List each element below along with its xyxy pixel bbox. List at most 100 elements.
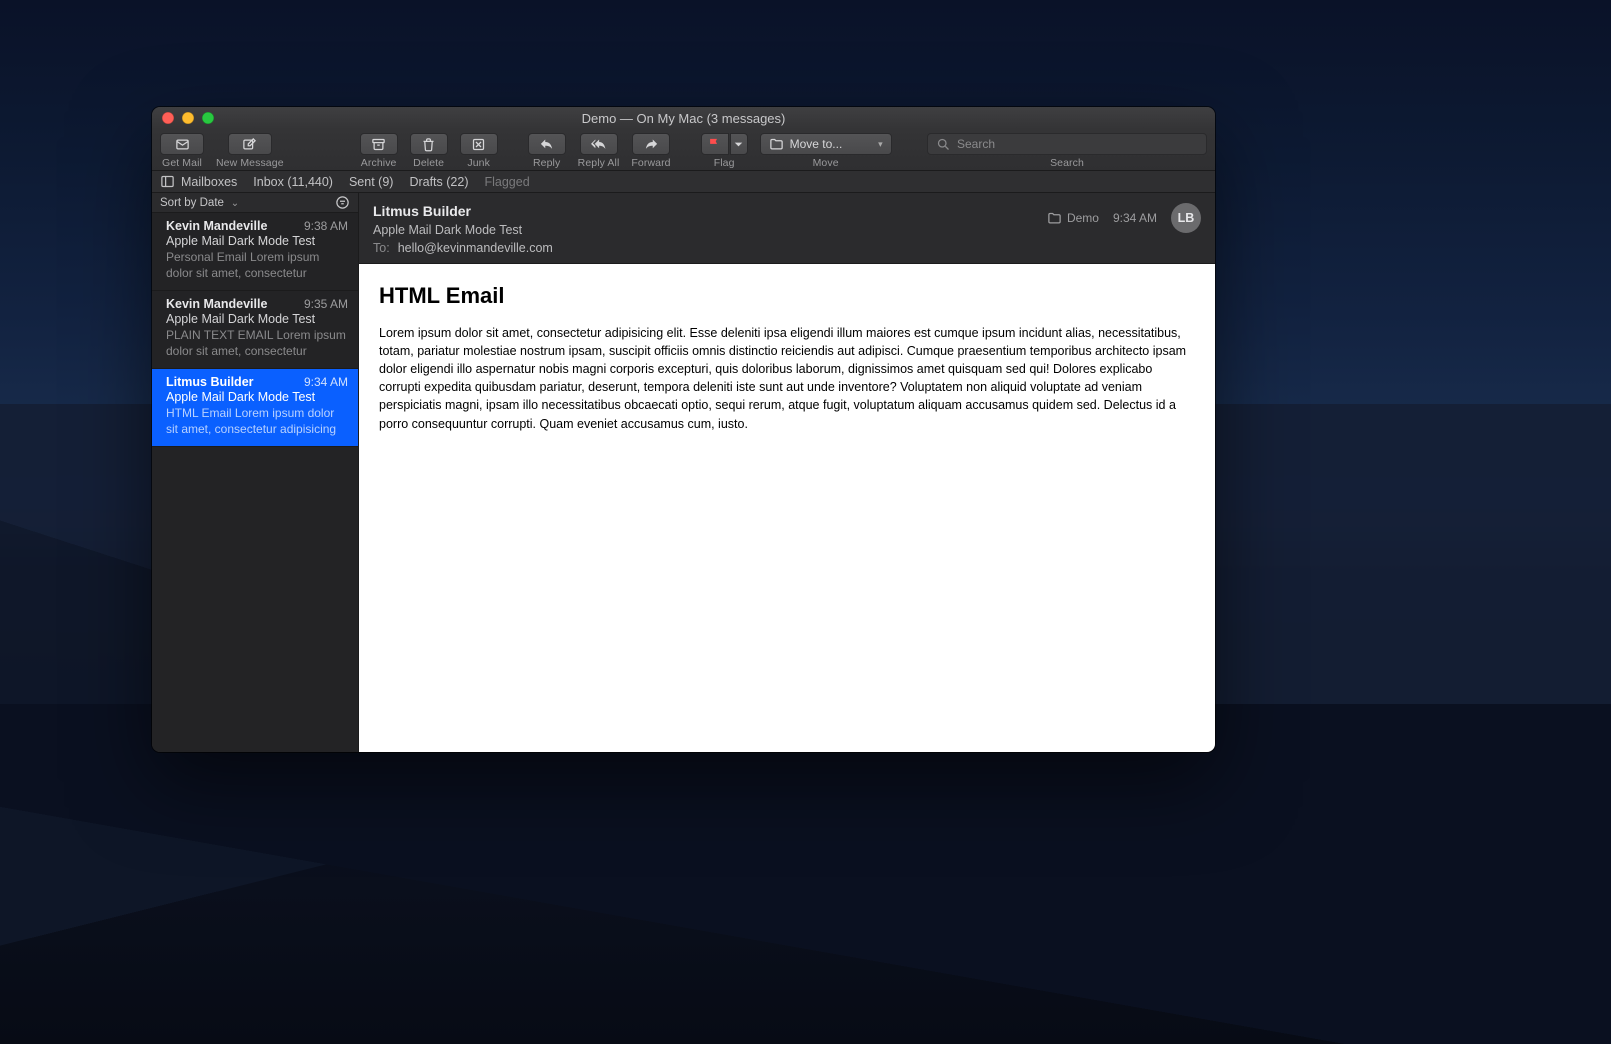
reply-all-button[interactable]	[580, 133, 618, 155]
email-heading: HTML Email	[379, 280, 1195, 312]
archive-icon	[371, 137, 386, 152]
chevron-down-icon	[731, 137, 746, 152]
archive-button[interactable]	[360, 133, 398, 155]
junk-label: Junk	[467, 157, 490, 169]
search-icon	[936, 137, 951, 152]
archive-group: Archive	[360, 133, 398, 169]
flag-icon	[707, 137, 722, 152]
flag-label: Flag	[714, 157, 735, 169]
message-time: 9:35 AM	[304, 297, 348, 311]
message-from: Litmus Builder	[166, 375, 254, 389]
delete-button[interactable]	[410, 133, 448, 155]
reader-time: 9:34 AM	[1113, 211, 1157, 225]
favorites-flagged[interactable]: Flagged	[484, 175, 529, 189]
junk-button[interactable]	[460, 133, 498, 155]
favorites-sent[interactable]: Sent (9)	[349, 175, 393, 189]
get-mail-group: Get Mail	[160, 133, 204, 169]
chevron-down-icon: ⌄	[228, 198, 239, 209]
message-time: 9:34 AM	[304, 375, 348, 389]
reader-folder[interactable]: Demo	[1047, 211, 1099, 226]
favorites-bar: Mailboxes Inbox (11,440) Sent (9) Drafts…	[152, 171, 1215, 193]
forward-label: Forward	[631, 157, 670, 169]
minimize-button[interactable]	[182, 112, 194, 124]
flag-button[interactable]	[701, 133, 729, 155]
message-list: Sort by Date ⌄ Kevin Mandeville9:38 AMAp…	[152, 193, 359, 752]
move-label: Move	[813, 157, 839, 169]
folder-icon	[1047, 211, 1062, 226]
reader-pane: Demo 9:34 AM LB Litmus Builder Apple Mai…	[359, 193, 1215, 752]
message-preview: PLAIN TEXT EMAIL Lorem ipsum dolor sit a…	[166, 328, 348, 360]
get-mail-label: Get Mail	[162, 157, 202, 169]
toolbar: Get Mail New Message Archive Delete	[152, 129, 1215, 171]
junk-group: Junk	[460, 133, 498, 169]
message-from: Kevin Mandeville	[166, 297, 267, 311]
reader-content[interactable]: HTML Email Lorem ipsum dolor sit amet, c…	[359, 264, 1215, 752]
message-preview: Personal Email Lorem ipsum dolor sit ame…	[166, 250, 348, 282]
sidebar-icon	[160, 174, 175, 189]
move-to-text: Move to...	[790, 137, 872, 151]
flag-menu-button[interactable]	[730, 133, 748, 155]
reply-button[interactable]	[528, 133, 566, 155]
reader-to-label: To:	[373, 241, 390, 255]
message-item[interactable]: Kevin Mandeville 9:35 AMApple Mail Dark M…	[152, 291, 358, 369]
message-item[interactable]: Litmus Builder 9:34 AMApple Mail Dark Mod…	[152, 369, 358, 447]
reply-group: Reply	[528, 133, 566, 169]
message-preview: HTML Email Lorem ipsum dolor sit amet, c…	[166, 406, 348, 438]
message-subject: Apple Mail Dark Mode Test	[166, 312, 348, 326]
chevron-down-icon: ▾	[878, 139, 883, 150]
message-subject: Apple Mail Dark Mode Test	[166, 390, 348, 404]
junk-icon	[471, 137, 486, 152]
email-body-text: Lorem ipsum dolor sit amet, consectetur …	[379, 324, 1195, 433]
reader-to-row: To: hello@kevinmandeville.com	[373, 241, 1201, 255]
fullscreen-button[interactable]	[202, 112, 214, 124]
message-time: 9:38 AM	[304, 219, 348, 233]
folder-icon	[769, 137, 784, 152]
search-field-wrap[interactable]	[927, 133, 1207, 155]
flag-group: Flag	[701, 133, 748, 169]
message-item[interactable]: Kevin Mandeville 9:38 AMApple Mail Dark M…	[152, 213, 358, 291]
archive-label: Archive	[361, 157, 397, 169]
reader-meta: Demo 9:34 AM LB	[1047, 203, 1201, 233]
reader-header: Demo 9:34 AM LB Litmus Builder Apple Mai…	[359, 193, 1215, 264]
delete-group: Delete	[410, 133, 448, 169]
move-to-dropdown[interactable]: Move to... ▾	[760, 133, 892, 155]
favorites-drafts[interactable]: Drafts (22)	[409, 175, 468, 189]
traffic-lights	[152, 112, 214, 124]
search-input[interactable]	[957, 137, 1198, 151]
message-from: Kevin Mandeville	[166, 219, 267, 233]
reply-icon	[539, 137, 554, 152]
close-button[interactable]	[162, 112, 174, 124]
mail-window: Demo — On My Mac (3 messages) Get Mail N…	[152, 107, 1215, 752]
search-group: Search	[927, 133, 1207, 169]
wallpaper-mountain-front	[0, 704, 1611, 1044]
reply-all-group: Reply All	[578, 133, 620, 169]
mailboxes-toggle[interactable]: Mailboxes	[160, 174, 237, 189]
titlebar[interactable]: Demo — On My Mac (3 messages)	[152, 107, 1215, 129]
reader-to-value[interactable]: hello@kevinmandeville.com	[398, 241, 553, 255]
mailboxes-label: Mailboxes	[181, 175, 237, 189]
forward-icon	[644, 137, 659, 152]
sender-avatar[interactable]: LB	[1171, 203, 1201, 233]
compose-icon	[242, 137, 257, 152]
reply-all-label: Reply All	[578, 157, 620, 169]
reply-label: Reply	[533, 157, 560, 169]
get-mail-button[interactable]	[160, 133, 204, 155]
search-label: Search	[1050, 157, 1084, 169]
move-group: Move to... ▾ Move	[760, 133, 892, 169]
forward-group: Forward	[631, 133, 670, 169]
body: Sort by Date ⌄ Kevin Mandeville9:38 AMAp…	[152, 193, 1215, 752]
delete-label: Delete	[413, 157, 444, 169]
trash-icon	[421, 137, 436, 152]
reader-folder-name: Demo	[1067, 211, 1099, 225]
sort-bar[interactable]: Sort by Date ⌄	[152, 193, 358, 213]
reply-all-icon	[591, 137, 606, 152]
new-message-button[interactable]	[228, 133, 272, 155]
sort-label: Sort by Date	[160, 197, 224, 209]
new-message-group: New Message	[216, 133, 284, 169]
forward-button[interactable]	[632, 133, 670, 155]
favorites-inbox[interactable]: Inbox (11,440)	[253, 175, 333, 189]
new-message-label: New Message	[216, 157, 284, 169]
message-subject: Apple Mail Dark Mode Test	[166, 234, 348, 248]
envelope-icon	[175, 137, 190, 152]
filter-icon[interactable]	[335, 195, 350, 210]
